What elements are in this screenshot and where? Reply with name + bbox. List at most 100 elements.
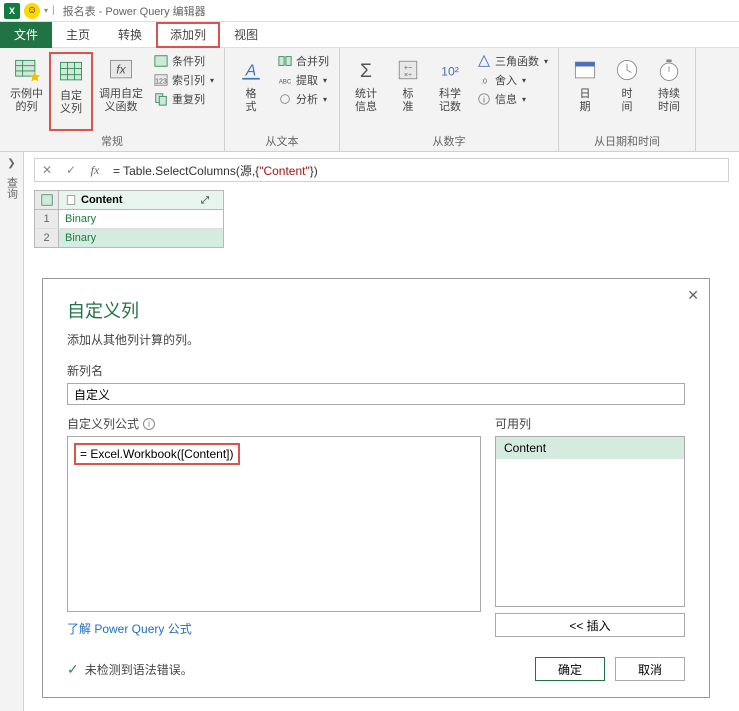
conditional-icon <box>153 53 169 69</box>
column-type-icon <box>65 194 77 206</box>
insert-button[interactable]: << 插入 <box>495 613 685 637</box>
custom-column-label: 自定 义列 <box>60 90 82 116</box>
custom-column-dialog: ✕ 自定义列 添加从其他列计算的列。 新列名 自定义列公式 i = Excel.… <box>42 278 710 698</box>
duplicate-column-button[interactable]: 重复列 <box>149 90 218 108</box>
syntax-status: ✓ 未检测到语法错误。 <box>67 661 193 678</box>
formula-suffix: }) <box>310 164 318 178</box>
status-text: 未检测到语法错误。 <box>85 661 193 678</box>
dropdown-icon: ▾ <box>210 76 214 85</box>
parse-icon <box>277 91 293 107</box>
extract-icon: ABC <box>277 72 293 88</box>
cell-value: Binary <box>59 229 223 247</box>
learn-more-link[interactable]: 了解 Power Query 公式 <box>67 620 481 637</box>
formula-label: 自定义列公式 i <box>67 415 481 432</box>
window-title: 报名表 - Power Query 编辑器 <box>63 3 206 19</box>
index-column-button[interactable]: 123索引列▾ <box>149 71 218 89</box>
ribbon-group-from-text: A 格 式 合并列 ABC提取▾ 分析▾ 从文本 <box>225 48 340 151</box>
stopwatch-icon <box>653 54 685 86</box>
queries-pane-collapsed[interactable]: ❯ 查询 <box>0 152 24 711</box>
scientific-button[interactable]: 10² 科学 记数 <box>430 52 470 131</box>
calendar-icon <box>569 54 601 86</box>
title-bar: X ☺ ▾ | 报名表 - Power Query 编辑器 <box>0 0 739 22</box>
info-icon[interactable]: i <box>143 418 155 430</box>
cancel-button[interactable]: 取消 <box>615 657 685 681</box>
duration-button[interactable]: 持续 时间 <box>649 52 689 131</box>
sigma-icon: Σ <box>350 54 382 86</box>
date-button[interactable]: 日 期 <box>565 52 605 131</box>
ribbon: 示例中 的列 自定 义列 fx 调用自定 义函数 条件列 123索引列▾ 重复列… <box>0 48 739 152</box>
extract-label: 提取 <box>296 72 318 88</box>
duplicate-column-label: 重复列 <box>172 91 205 107</box>
expand-icon[interactable]: ⤢ <box>201 195 217 206</box>
conditional-column-button[interactable]: 条件列 <box>149 52 218 70</box>
group-label-from-number: 从数字 <box>346 131 552 149</box>
svg-text:Σ: Σ <box>360 61 372 82</box>
rounding-icon: .0 <box>476 72 492 88</box>
ribbon-group-from-datetime: 日 期 时 间 持续 时间 从日期和时间 <box>559 48 696 151</box>
format-button[interactable]: A 格 式 <box>231 52 271 131</box>
info-button[interactable]: i信息▾ <box>472 90 552 108</box>
standard-button[interactable]: +−×÷ 标 准 <box>388 52 428 131</box>
triangle-icon <box>476 53 492 69</box>
group-label-from-text: 从文本 <box>231 131 333 149</box>
table-star-icon <box>11 54 43 86</box>
rounding-label: 舍入 <box>495 72 517 88</box>
parse-label: 分析 <box>296 91 318 107</box>
statistics-button[interactable]: Σ 统计 信息 <box>346 52 386 131</box>
svg-text:A: A <box>245 62 257 79</box>
accept-formula-icon[interactable]: ✓ <box>59 163 83 177</box>
tab-file[interactable]: 文件 <box>0 22 52 48</box>
svg-text:123: 123 <box>155 79 167 86</box>
example-column-button[interactable]: 示例中 的列 <box>6 52 47 131</box>
dropdown-icon: ▾ <box>522 95 526 104</box>
svg-text:fx: fx <box>116 63 126 77</box>
formula-textarea[interactable]: = Excel.Workbook([Content]) <box>67 436 481 612</box>
ribbon-group-from-number: Σ 统计 信息 +−×÷ 标 准 10² 科学 记数 三角函数▾ .0舍入▾ i… <box>340 48 559 151</box>
available-column-item[interactable]: Content <box>496 437 684 459</box>
tab-view[interactable]: 视图 <box>220 22 272 48</box>
close-icon[interactable]: ✕ <box>687 287 699 304</box>
custom-column-button[interactable]: 自定 义列 <box>49 52 93 131</box>
formula-prefix: = Table.SelectColumns(源,{ <box>113 164 259 178</box>
column-header-content[interactable]: Content ⤢ <box>59 191 223 209</box>
formula-input[interactable]: = Table.SelectColumns(源,{"Content"}) <box>107 162 728 179</box>
smiley-icon: ☺ <box>24 3 40 19</box>
time-button[interactable]: 时 间 <box>607 52 647 131</box>
duplicate-icon <box>153 91 169 107</box>
chevron-right-icon[interactable]: ❯ <box>7 158 15 169</box>
queries-label: 查询 <box>4 177 20 199</box>
example-column-label: 示例中 的列 <box>10 88 43 114</box>
statistics-label: 统计 信息 <box>355 88 377 114</box>
qat-dropdown-icon[interactable]: ▾ <box>44 6 48 15</box>
scientific-label: 科学 记数 <box>439 88 461 114</box>
dialog-description: 添加从其他列计算的列。 <box>67 331 685 348</box>
tab-add-column[interactable]: 添加列 <box>156 22 220 48</box>
table-icon <box>55 56 87 88</box>
table-row[interactable]: 1 Binary <box>35 210 223 229</box>
cancel-formula-icon[interactable]: ✕ <box>35 163 59 177</box>
ok-button[interactable]: 确定 <box>535 657 605 681</box>
newcol-input[interactable] <box>67 383 685 405</box>
merge-columns-label: 合并列 <box>296 53 329 69</box>
tab-transform[interactable]: 转换 <box>104 22 156 48</box>
svg-text:+−: +− <box>404 65 412 72</box>
invoke-function-button[interactable]: fx 调用自定 义函数 <box>95 52 147 131</box>
extract-button[interactable]: ABC提取▾ <box>273 71 333 89</box>
parse-button[interactable]: 分析▾ <box>273 90 333 108</box>
merge-columns-button[interactable]: 合并列 <box>273 52 333 70</box>
table-row[interactable]: 2 Binary <box>35 229 223 247</box>
svg-text:ABC: ABC <box>279 79 292 86</box>
tab-home[interactable]: 主页 <box>52 22 104 48</box>
data-preview-table: Content ⤢ 1 Binary 2 Binary <box>34 190 224 248</box>
table-corner[interactable] <box>35 191 59 209</box>
trig-label: 三角函数 <box>495 53 539 69</box>
formula-text: = Excel.Workbook([Content]) <box>74 443 240 465</box>
rounding-button[interactable]: .0舍入▾ <box>472 71 552 89</box>
date-label: 日 期 <box>580 88 591 114</box>
standard-icon: +−×÷ <box>392 54 424 86</box>
dropdown-icon: ▾ <box>544 57 548 66</box>
trig-button[interactable]: 三角函数 ▾ <box>472 52 552 70</box>
check-icon: ✓ <box>67 661 79 678</box>
fx-label: fx <box>83 163 107 178</box>
clock-icon <box>611 54 643 86</box>
